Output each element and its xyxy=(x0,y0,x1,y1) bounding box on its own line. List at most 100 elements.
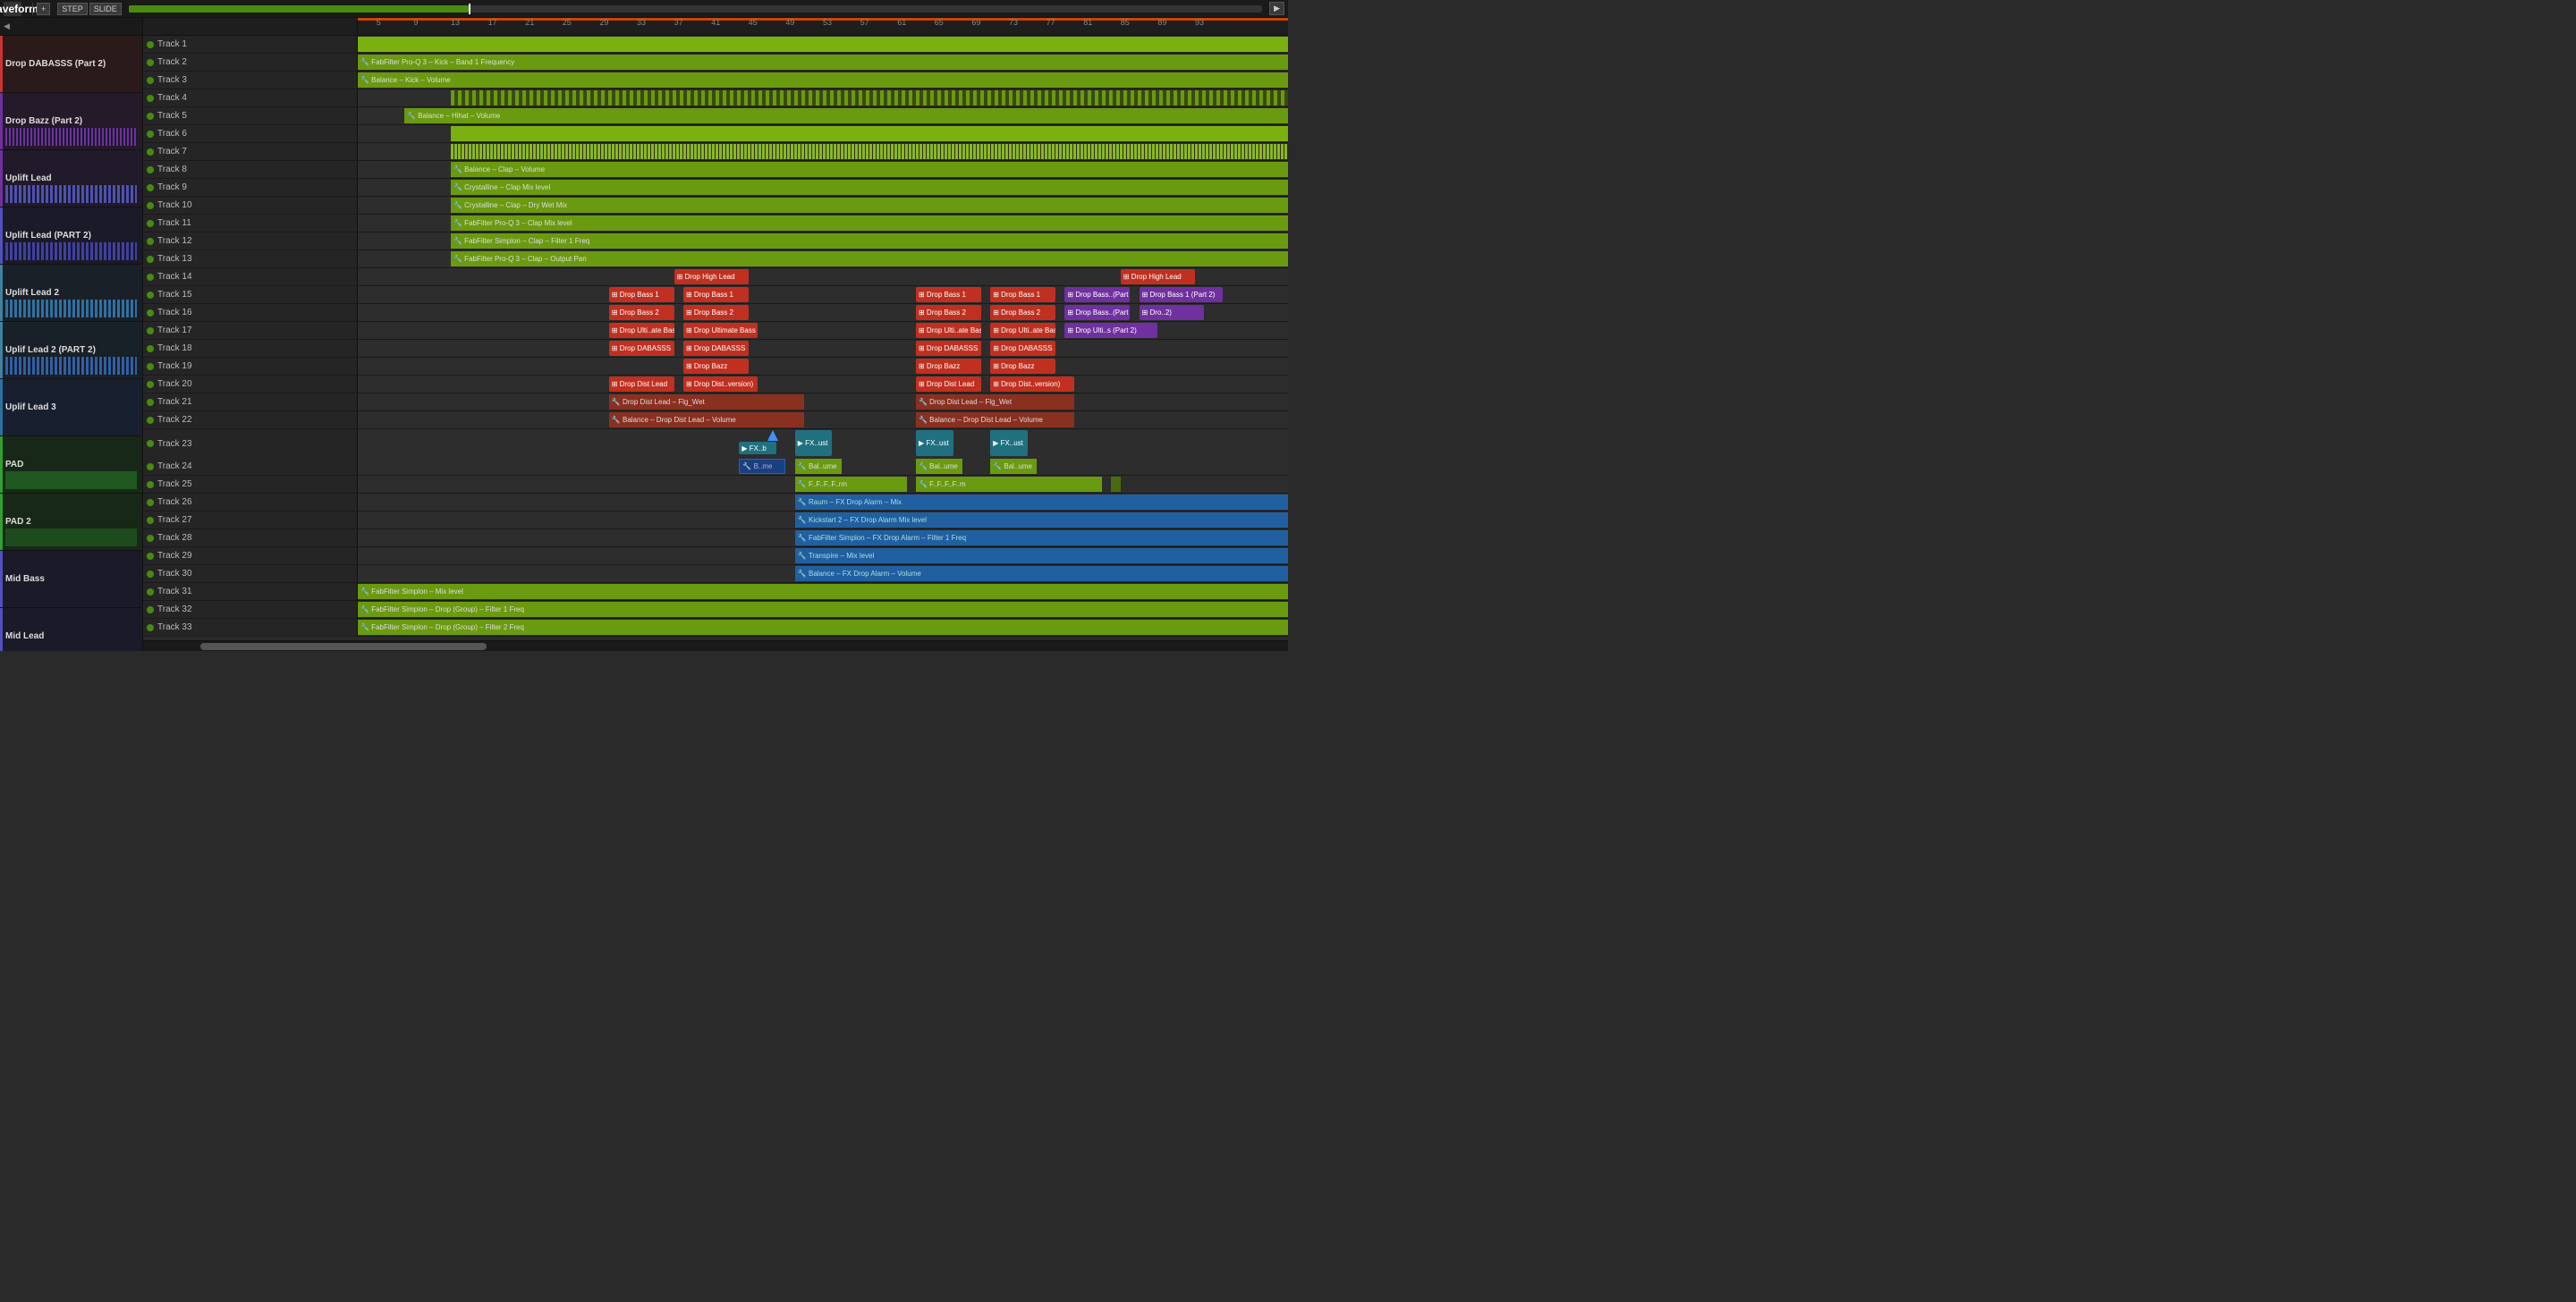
clip[interactable]: ⊞ Drop Ulti..s (Part 2) xyxy=(1064,323,1157,338)
track-6-content[interactable] xyxy=(358,125,1288,142)
sidebar-item-mid-lead[interactable]: Mid Lead xyxy=(0,608,142,651)
track-5-content[interactable]: 🔧 Balance – Hihat – Volume xyxy=(358,107,1288,124)
scrollbar-thumb[interactable] xyxy=(200,643,487,650)
clip[interactable]: ⊞ Drop DABASSS xyxy=(990,341,1055,356)
clip[interactable]: ⊞ Drop Bass 2 xyxy=(990,305,1055,320)
track-16-content[interactable]: ⊞ Drop Bass 2 ⊞ Drop Bass 2 ⊞ Drop Bass … xyxy=(358,304,1288,321)
clip[interactable]: ⊞ Drop Bass 1 xyxy=(916,287,981,302)
sidebar-item-uplif-lead-2-part2[interactable]: Uplif Lead 2 (PART 2) xyxy=(0,322,142,379)
clip-label: ⊞ Drop DABASSS xyxy=(993,344,1052,352)
track-22-content[interactable]: 🔧 Balance – Drop Dist Lead – Volume 🔧 Ba… xyxy=(358,411,1288,428)
track-15-content[interactable]: ⊞ Drop Bass 1 ⊞ Drop Bass 1 ⊞ Drop Bass … xyxy=(358,286,1288,303)
track-7-content[interactable] xyxy=(358,143,1288,160)
clip[interactable]: ▶ FX..ust xyxy=(916,430,953,456)
track-4-content[interactable] xyxy=(358,89,1288,106)
track-26-content[interactable]: 🔧 Raum – FX Drop Alarm – Mix xyxy=(358,494,1288,511)
track-21-content[interactable]: 🔧 Drop Dist Lead – Flg_Wet 🔧 Drop Dist L… xyxy=(358,393,1288,410)
track-29-content[interactable]: 🔧 Transpire – Mix level xyxy=(358,547,1288,564)
automation-clip: 🔧 FabFilter Simplon – Drop (Group) – Fil… xyxy=(358,602,1288,617)
clip[interactable]: ⊞ Drop Ultimate Bass xyxy=(683,323,758,338)
clip[interactable]: ⊞ Drop Ulti..ate Bass xyxy=(609,323,674,338)
clip[interactable]: ⊞ Drop Bazz xyxy=(990,359,1055,374)
clip[interactable]: ⊞ Drop Bass..(Part 2) xyxy=(1064,305,1130,320)
track-1-content[interactable] xyxy=(358,36,1288,53)
track-8-content[interactable]: 🔧 Balance – Clap – Volume xyxy=(358,161,1288,178)
track-27-content[interactable]: 🔧 Kickstart 2 – FX Drop Alarm Mix level xyxy=(358,512,1288,528)
sidebar-item-label: Uplif Lead 2 (PART 2) xyxy=(5,345,96,355)
clip-label: ⊞ Drop Bass 2 xyxy=(686,309,733,317)
track-23-content[interactable]: ▶ FX..b ▶ FX..ust ▶ FX..ust ▶ FX..ust xyxy=(358,429,1288,458)
clip-label: 🔧 FabFilter Simplon – FX Drop Alarm – Fi… xyxy=(798,534,966,542)
track-row: Track 6 xyxy=(143,125,1288,143)
sidebar-item-drop-bazz[interactable]: Drop Bazz (Part 2) xyxy=(0,93,142,150)
track-row: Track 27 🔧 Kickstart 2 – FX Drop Alarm M… xyxy=(143,512,1288,529)
clip[interactable]: ⊞ Drop DABASSS xyxy=(609,341,674,356)
sidebar-item-uplift-lead-part2[interactable]: Uplift Lead (PART 2) xyxy=(0,207,142,265)
track-11-content[interactable]: 🔧 FabFilter Pro-Q 3 – Clap Mix level xyxy=(358,215,1288,232)
clip[interactable]: ⊞ Drop High Lead xyxy=(1121,269,1195,284)
track-25-content[interactable]: 🔧 F..F..F..F..rm 🔧 F..F..F..F..m xyxy=(358,476,1288,493)
scroll-right-button[interactable]: ▶ xyxy=(1269,2,1284,15)
clip-label: 🔧 FabFilter Pro-Q 3 – Clap Mix level xyxy=(453,219,572,227)
sidebar-item-uplift-lead-2[interactable]: Uplift Lead 2 xyxy=(0,265,142,322)
sidebar-item-uplift-lead[interactable]: Uplift Lead xyxy=(0,150,142,207)
sidebar-item-uplif-lead-3[interactable]: Uplif Lead 3 xyxy=(0,379,142,436)
clip[interactable]: ⊞ Drop Bass 2 xyxy=(916,305,981,320)
track-20-content[interactable]: ⊞ Drop Dist Lead ⊞ Drop Dist..version) ⊞… xyxy=(358,376,1288,393)
sidebar-item-drop-dabasss[interactable]: Drop DABASSS (Part 2) xyxy=(0,36,142,93)
track-30-content[interactable]: 🔧 Balance – FX Drop Alarm – Volume xyxy=(358,565,1288,582)
sidebar-item-mid-bass[interactable]: Mid Bass xyxy=(0,551,142,608)
clip[interactable]: ⊞ Drop DABASSS xyxy=(683,341,749,356)
track-31-content[interactable]: 🔧 FabFilter Simplon – Mix level xyxy=(358,583,1288,600)
track-dot xyxy=(147,166,154,173)
clip[interactable]: ⊞ Drop Bass 1 xyxy=(990,287,1055,302)
clip[interactable]: ⊞ Drop Dist..version) xyxy=(683,376,758,392)
track-9-content[interactable]: 🔧 Crystalline – Clap Mix level xyxy=(358,179,1288,196)
track-dot xyxy=(147,588,154,596)
track-24-content[interactable]: 🔧 B..me 🔧 Bal..ume 🔧 Bal..ume 🔧 Bal..ume xyxy=(358,458,1288,475)
clip[interactable]: ⊞ Drop Ulti..ate Bass xyxy=(916,323,981,338)
clip[interactable]: ⊞ Dro..2) xyxy=(1140,305,1205,320)
clip[interactable]: ⊞ Drop Bazz xyxy=(916,359,981,374)
clip[interactable]: ⊞ Drop Bass 2 xyxy=(609,305,674,320)
clip[interactable]: ▶ FX..b xyxy=(739,442,776,454)
sidebar-item-pad[interactable]: PAD xyxy=(0,436,142,494)
track-17-content[interactable]: ⊞ Drop Ulti..ate Bass ⊞ Drop Ultimate Ba… xyxy=(358,322,1288,339)
clip[interactable]: ⊞ Drop High Lead xyxy=(674,269,749,284)
track-dot xyxy=(147,606,154,613)
clip[interactable]: ⊞ Drop Bass 1 xyxy=(683,287,749,302)
track-18-content[interactable]: ⊞ Drop DABASSS ⊞ Drop DABASSS ⊞ Drop DAB… xyxy=(358,340,1288,357)
clip[interactable]: ⊞ Drop Dist Lead xyxy=(916,376,981,392)
ruler-mark: 53 xyxy=(823,18,832,27)
track-13-content[interactable]: 🔧 FabFilter Pro-Q 3 – Clap – Output Pan xyxy=(358,250,1288,267)
track-10-content[interactable]: 🔧 Crystalline – Clap – Dry Wet Mix xyxy=(358,197,1288,214)
track-12-content[interactable]: 🔧 FabFilter Simplon – Clap – Filter 1 Fr… xyxy=(358,232,1288,249)
track-28-content[interactable]: 🔧 FabFilter Simplon – FX Drop Alarm – Fi… xyxy=(358,529,1288,546)
clip[interactable]: ▶ FX..ust xyxy=(795,430,833,456)
sidebar-item-pad2[interactable]: PAD 2 xyxy=(0,494,142,551)
clip[interactable]: ⊞ Drop Ulti..ate Bass xyxy=(990,323,1055,338)
track-32-content[interactable]: 🔧 FabFilter Simplon – Drop (Group) – Fil… xyxy=(358,601,1288,618)
clip-label: ▶ FX..b xyxy=(741,444,767,452)
step-button[interactable]: STEP xyxy=(57,3,88,15)
clip[interactable]: 🔧 B..me xyxy=(739,459,785,474)
clip[interactable]: ⊞ Drop Bazz xyxy=(683,359,749,374)
clip[interactable]: ⊞ Drop DABASSS xyxy=(916,341,981,356)
clip[interactable]: ⊞ Drop Bass 1 (Part 2) xyxy=(1140,287,1224,302)
track-19-content[interactable]: ⊞ Drop Bazz ⊞ Drop Bazz ⊞ Drop Bazz xyxy=(358,358,1288,375)
track-14-content[interactable]: ⊞ Drop High Lead ⊞ Drop High Lead xyxy=(358,268,1288,285)
clip[interactable]: ⊞ Drop Bass 2 xyxy=(683,305,749,320)
clip[interactable]: ⊞ Drop Dist..version) xyxy=(990,376,1074,392)
track-2-content[interactable]: 🔧 FabFilter Pro-Q 3 – Kick – Band 1 Freq… xyxy=(358,54,1288,71)
horizontal-scrollbar[interactable] xyxy=(143,640,1288,651)
clip[interactable]: ⊞ Drop Bass..(Part 2) xyxy=(1064,287,1130,302)
clip[interactable]: ⊞ Drop Dist Lead xyxy=(609,376,674,392)
slide-button[interactable]: SLIDE xyxy=(89,3,122,15)
ruler[interactable]: 5 9 13 17 21 25 29 33 37 41 45 49 53 57 xyxy=(358,18,1288,35)
clip[interactable]: ▶ FX..ust xyxy=(990,430,1028,456)
ruler-mark: 73 xyxy=(1009,18,1018,27)
clip[interactable]: ⊞ Drop Bass 1 xyxy=(609,287,674,302)
add-track-button[interactable]: + xyxy=(37,3,50,15)
track-3-content[interactable]: 🔧 Balance – Kick – Volume xyxy=(358,72,1288,89)
track-33-content[interactable]: 🔧 FabFilter Simplon – Drop (Group) – Fil… xyxy=(358,619,1288,636)
